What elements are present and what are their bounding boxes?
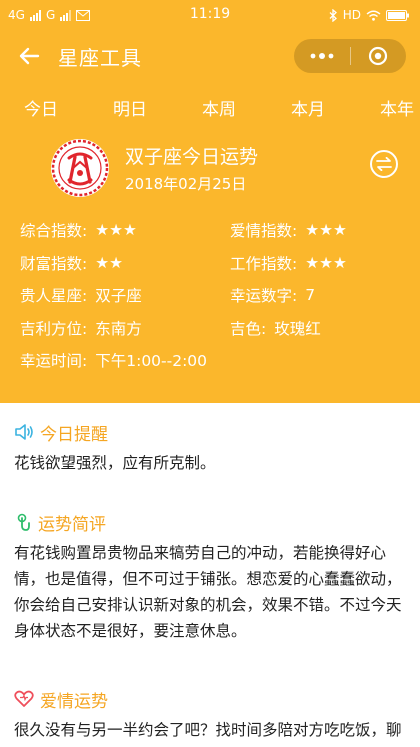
status-left: 4G G: [8, 8, 91, 22]
info-label: 工作指数:: [230, 254, 298, 273]
swap-icon: [376, 157, 392, 171]
info-lucky-number: 幸运数字: 7: [230, 279, 400, 312]
close-miniprogram-button[interactable]: [351, 39, 407, 73]
info-lucky-time: 幸运时间: 下午1:00--2:00: [20, 344, 400, 377]
info-label: 贵人星座:: [20, 287, 88, 306]
tab-tomorrow[interactable]: 明日: [113, 89, 147, 126]
battery-icon: [386, 9, 409, 21]
info-value: 玫瑰红: [274, 319, 321, 338]
info-work: 工作指数: ★★★: [230, 247, 400, 280]
info-label: 幸运数字:: [230, 287, 298, 306]
period-tabs: 今日 明日 本周 本月 本年: [0, 82, 420, 132]
tab-this-year[interactable]: 本年: [380, 89, 414, 126]
header-area: 4G G 11:19 HD 星座工具 今日 明日 本周 本月 本年 双子座今日运…: [0, 0, 420, 403]
info-label: 综合指数:: [20, 222, 88, 241]
info-value: ★★★: [305, 253, 347, 272]
fortune-date: 2018年02月25日: [125, 175, 247, 193]
wifi-icon: [366, 10, 381, 21]
speaker-icon: [15, 424, 33, 440]
info-label: 爱情指数:: [230, 222, 298, 241]
tab-this-week[interactable]: 本周: [202, 89, 236, 126]
info-label: 吉利方位:: [20, 319, 88, 338]
fortune-title: 双子座今日运势: [125, 146, 259, 168]
fortune-head: 双子座今日运势 2018年02月25日: [20, 132, 400, 204]
section-summary: 运势简评 有花钱购置昂贵物品来犒劳自己的冲动，若能换得好心情，也是值得，但不可过…: [0, 508, 420, 644]
info-value: 东南方: [95, 319, 142, 338]
fortune-head-text: 双子座今日运势 2018年02月25日: [125, 142, 258, 194]
info-love: 爱情指数: ★★★: [230, 214, 400, 247]
info-wealth: 财富指数: ★★: [20, 247, 230, 280]
tab-this-month[interactable]: 本月: [291, 89, 325, 126]
mail-icon: [76, 9, 91, 21]
info-value: ★★★: [305, 221, 347, 240]
bluetooth-icon: [329, 8, 337, 22]
gesture-icon: [17, 513, 30, 531]
info-value: ★★: [95, 253, 124, 272]
info-value: ★★★: [95, 221, 137, 240]
hd-label: HD: [342, 8, 361, 22]
section-title: 运势简评: [38, 514, 106, 535]
miniprogram-capsule: [294, 39, 406, 73]
network-type-2: G: [45, 8, 56, 22]
info-noble-sign: 贵人星座: 双子座: [20, 279, 230, 312]
tab-today[interactable]: 今日: [24, 89, 58, 126]
heart-icon: [14, 690, 34, 707]
section-text: 有花钱购置昂贵物品来犒劳自己的冲动，若能换得好心情，也是值得，但不可过于铺张。想…: [14, 544, 402, 640]
arrow-left-icon: [19, 47, 40, 65]
section-text: 花钱欲望强烈，应有所克制。: [14, 454, 216, 472]
info-label: 吉色:: [230, 319, 267, 338]
info-value: 下午1:00--2:00: [95, 352, 208, 371]
section-header: 爱情运势: [14, 685, 406, 713]
info-direction: 吉利方位: 东南方: [20, 312, 230, 345]
status-bar: 4G G 11:19 HD: [0, 0, 420, 30]
page-title: 星座工具: [58, 45, 142, 70]
fortune-card: 双子座今日运势 2018年02月25日 综合指数: ★★★ 爱情指数: ★★★ 财富…: [0, 132, 420, 403]
section-header: 今日提醒: [14, 418, 406, 446]
signal-icon-2: [60, 9, 72, 21]
info-value: 双子座: [95, 287, 142, 306]
network-type-1: 4G: [8, 8, 25, 22]
section-title: 今日提醒: [40, 424, 108, 445]
more-icon: [310, 53, 334, 59]
status-right: HD: [329, 8, 410, 22]
section-header: 运势简评: [14, 508, 406, 536]
info-color: 吉色: 玫瑰红: [230, 312, 400, 345]
info-label: 财富指数:: [20, 254, 88, 273]
info-label: 幸运时间:: [20, 352, 88, 371]
gemini-logo-icon: [51, 139, 109, 197]
more-button[interactable]: [294, 39, 350, 73]
info-value: 7: [305, 286, 316, 305]
title-bar: 星座工具: [0, 30, 420, 82]
info-overall: 综合指数: ★★★: [20, 214, 230, 247]
fortune-info-grid: 综合指数: ★★★ 爱情指数: ★★★ 财富指数: ★★ 工作指数: ★★★ 贵人星座:…: [20, 214, 400, 377]
signal-icon: [29, 9, 41, 21]
section-text: 很久没有与另一半约会了吧？找时间多陪对方吃吃饭，聊聊心事吧！: [14, 721, 402, 739]
section-title: 爱情运势: [40, 691, 108, 712]
section-love: 爱情运势 很久没有与另一半约会了吧？找时间多陪对方吃吃饭，聊聊心事吧！: [0, 685, 420, 747]
switch-sign-button[interactable]: [370, 150, 398, 178]
section-reminder: 今日提醒 花钱欲望强烈，应有所克制。: [0, 418, 420, 476]
back-button[interactable]: [14, 41, 44, 71]
target-icon: [369, 46, 388, 66]
